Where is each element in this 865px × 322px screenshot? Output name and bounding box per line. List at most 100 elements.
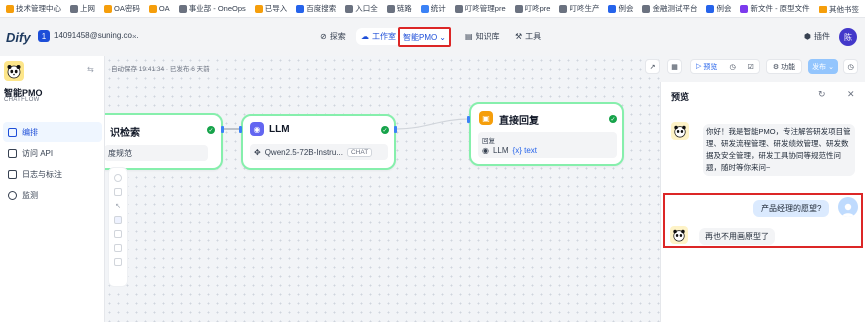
env-button[interactable]: ▦ [667,59,682,74]
bookmark-item[interactable]: 叮咚管理pre [454,3,506,14]
sidebar-item-monitor[interactable]: 监测 [3,185,102,205]
node-dataset: 度规范 [105,145,208,161]
app-sidebar: ⇆ 智能PMO CHATFLOW 编排 访问 API 日志与标注 监测 [0,56,105,322]
node-direct-answer[interactable]: ▣ 直接回复 ✓ 回复 ◉ LLM {x} text [469,102,624,166]
model-mode-tag: CHAT [346,147,373,157]
user-avatar[interactable]: 陈 [839,28,857,46]
bot-reply-message: 再也不用画原型了 [699,228,775,245]
input-port[interactable] [239,126,242,133]
output-port[interactable] [394,126,397,133]
check-list-icon[interactable]: ☑ [748,63,754,71]
studio-icon: ☁ [361,32,369,41]
history-icon[interactable]: ◷ [729,63,735,71]
nav-knowledge[interactable]: ▤ 知识库 [460,28,505,45]
bookmark-item[interactable]: 技术管理中心 [6,3,61,14]
chevron-down-icon[interactable]: ⌄ [131,30,138,39]
clock-icon: ◷ [847,63,854,71]
open-in-new-button[interactable]: ↗ [645,59,660,74]
success-check-icon: ✓ [207,126,215,134]
sidebar-item-logs[interactable]: 日志与标注 [3,164,102,184]
success-check-icon: ✓ [609,115,617,123]
workspace-name[interactable]: 14091458@suning.co... [54,31,139,40]
nav-tools[interactable]: ⚒ 工具 [510,28,546,45]
bookmark-icon [514,4,523,13]
bookmark-item[interactable]: 叮咚pre [514,3,550,14]
plugin-icon: ⬢ [804,32,811,41]
book-icon: ▤ [465,32,473,41]
bookmark-item[interactable]: OA密码 [104,3,140,14]
bookmark-item[interactable]: 入口全 [345,3,378,14]
bookmark-item[interactable]: 统计 [420,3,446,14]
preview-button[interactable]: ▷ 预览 [696,62,717,72]
bookmark-icon [6,4,14,13]
bookmark-icon [254,4,263,13]
note-icon[interactable] [114,188,122,196]
bookmark-item[interactable]: 上网 [70,3,95,14]
chevron-down-icon: ⌄ [439,32,446,42]
collapse-icon[interactable]: ⇆ [87,65,94,74]
history-button[interactable]: ◷ [843,59,858,74]
bookmark-icon [70,4,78,13]
user-message: 产品经理的愿望? [753,200,830,217]
other-bookmarks[interactable]: 其他书签 [819,4,859,15]
nav-explore[interactable]: ⊘ 探索 [315,28,351,45]
export-icon[interactable] [114,230,122,238]
output-port[interactable] [221,126,224,133]
node-llm[interactable]: ◉ LLM ✓ ✥ Qwen2.5-72B-Instru... CHAT [241,114,396,170]
bookmark-item[interactable]: 百度搜索 [296,3,336,14]
bookmark-icon [642,4,651,13]
sidebar-menu: 编排 访问 API 日志与标注 监测 [3,122,102,206]
bookmark-icon [740,4,749,13]
refresh-icon[interactable]: ↻ [818,89,826,100]
bookmark-item[interactable]: 叮咚生产 [559,3,599,14]
connections [223,118,470,130]
bookmark-item[interactable]: 金融测试平台 [642,3,697,14]
model-selector[interactable]: ✥ Qwen2.5-72B-Instru... CHAT [250,144,388,160]
bot-avatar [670,226,688,244]
features-button[interactable]: ⚙ 功能 [766,59,802,74]
model-icon: ✥ [254,147,261,157]
close-icon[interactable]: ✕ [847,89,855,100]
pointer-icon[interactable]: ↖ [109,202,127,210]
bookmark-item[interactable]: 已导入 [254,3,287,14]
panda-icon [7,65,21,79]
bookmark-icon [454,4,463,13]
answer-label: 回复 [482,138,495,145]
bookmark-icon [148,4,157,13]
input-port[interactable] [467,116,470,123]
preview-title: 预览 [671,92,690,102]
terminal-icon [8,148,17,158]
dify-logo[interactable]: Dify [6,30,31,45]
bookmark-item[interactable]: 链路 [386,3,412,14]
folder-icon [819,6,827,13]
bookmark-icon [386,4,395,13]
app-switcher[interactable]: 智能PMO ⌄ [398,27,451,47]
minimap-icon[interactable] [114,258,122,266]
node-knowledge-retrieval[interactable]: 识检索 ✓ 度规范 [105,113,223,170]
layout-icon[interactable] [114,244,122,252]
bookmark-icon [296,4,305,13]
node-title: LLM [269,124,290,135]
panda-icon [674,125,686,138]
bookmark-icon [706,4,715,13]
document-icon [8,169,17,179]
monitor-icon [8,190,17,200]
user-icon [842,203,854,217]
layout-icon [8,127,17,137]
nav-studio[interactable]: ☁ 工作室 [356,28,401,45]
brain-icon: ◉ [250,122,264,136]
bookmark-item[interactable]: 例会 [706,3,731,14]
bookmarks-bar: 技术管理中心 上网 OA密码 OA 事业部 - OneOps 已导入 百度搜索 入口全 链路 统计… [0,0,865,18]
bookmark-item[interactable]: 新文件 - 原型文件 [740,3,810,14]
bookmark-item[interactable]: 例会 [608,3,633,14]
publish-button[interactable]: 发布 ⌄ [808,59,838,74]
sidebar-item-orchestrate[interactable]: 编排 [3,122,102,142]
bookmark-item[interactable]: 事业部 - OneOps [178,3,246,14]
sidebar-item-api[interactable]: 访问 API [3,143,102,163]
plugins-button[interactable]: ⬢ 插件 [804,31,830,42]
workflow-canvas[interactable]: 自动保存 19:41:34 · 已发布 6 天前 ⧉ 识检索 ✓ 度规范 ◉ L… [105,56,660,322]
add-node-icon[interactable] [114,174,122,182]
hand-icon[interactable] [114,216,122,224]
app-mode: CHATFLOW [4,97,40,103]
bookmark-item[interactable]: OA [148,4,170,13]
